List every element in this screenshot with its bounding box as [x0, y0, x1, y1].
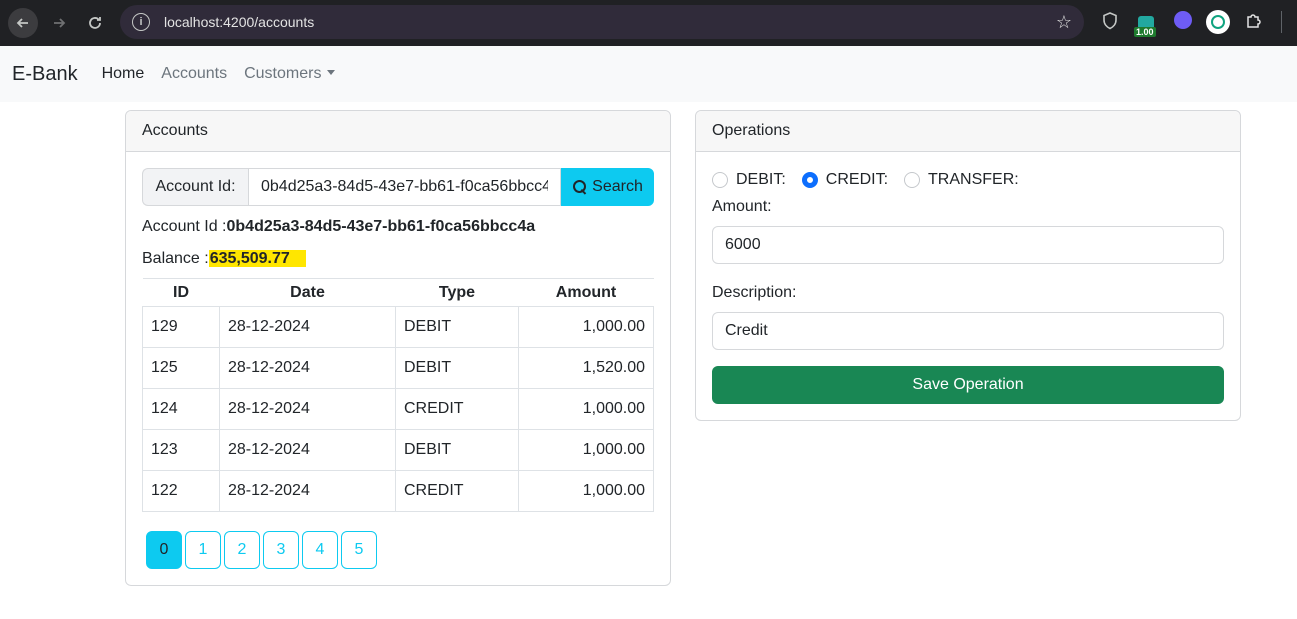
url-text[interactable]: localhost:4200/accounts: [164, 14, 1056, 30]
debit-radio-label[interactable]: DEBIT:: [736, 171, 786, 189]
address-bar[interactable]: i localhost:4200/accounts ☆: [120, 5, 1084, 39]
search-button-label: Search: [592, 178, 643, 195]
page-button-1[interactable]: 1: [185, 531, 221, 569]
debit-radio[interactable]: [712, 172, 728, 188]
balance-label: Balance :: [142, 250, 209, 267]
account-id-input[interactable]: [248, 168, 561, 206]
bookmark-star-icon[interactable]: ☆: [1056, 12, 1072, 33]
page-button-0[interactable]: 0: [146, 531, 182, 569]
cell-date: 28-12-2024: [219, 306, 396, 348]
table-row: 123 28-12-2024 DEBIT 1,000.00: [142, 429, 654, 471]
cell-type: CREDIT: [395, 388, 519, 430]
shield-extension-icon[interactable]: [1100, 10, 1120, 32]
cell-amount: 1,000.00: [518, 470, 654, 512]
account-search-group: Account Id: Search: [142, 168, 654, 206]
nav-customers-label: Customers: [244, 65, 322, 82]
operation-type-group: DEBIT: CREDIT: TRANSFER:: [712, 171, 1035, 189]
column-header-date: Date: [219, 278, 396, 307]
cell-date: 28-12-2024: [219, 429, 396, 471]
page-button-3[interactable]: 3: [263, 531, 299, 569]
extension-badge-count: 1.00: [1134, 27, 1156, 37]
cell-id: 122: [142, 470, 220, 512]
pagination: 0 1 2 3 4 5: [146, 531, 377, 569]
table-row: 129 28-12-2024 DEBIT 1,000.00: [142, 306, 654, 348]
description-label: Description:: [712, 284, 797, 301]
save-operation-button[interactable]: Save Operation: [712, 366, 1224, 404]
amount-label: Amount:: [712, 198, 772, 215]
toolbar-divider: [1281, 11, 1282, 33]
transfer-radio-label[interactable]: TRANSFER:: [928, 171, 1019, 189]
cell-amount: 1,000.00: [518, 388, 654, 430]
page-button-5[interactable]: 5: [341, 531, 377, 569]
credit-radio-label[interactable]: CREDIT:: [826, 171, 888, 189]
search-button[interactable]: Search: [561, 168, 654, 206]
page-button-4[interactable]: 4: [302, 531, 338, 569]
accounts-card: Accounts Account Id: Search Account Id :…: [125, 110, 671, 586]
column-header-id: ID: [142, 278, 220, 307]
caret-down-icon: [327, 70, 336, 75]
description-input[interactable]: [712, 312, 1224, 350]
ghost-extension-icon[interactable]: [1173, 10, 1193, 30]
cell-type: DEBIT: [395, 347, 519, 389]
site-info-icon[interactable]: i: [132, 13, 150, 31]
nav-customers-dropdown[interactable]: Customers: [244, 65, 336, 83]
table-header-row: ID Date Type Amount: [142, 278, 654, 307]
app-navbar: E-Bank Home Accounts Customers: [0, 46, 1297, 102]
forward-arrow-icon[interactable]: [44, 8, 74, 38]
account-id-label: Account Id :: [142, 218, 227, 235]
cell-amount: 1,520.00: [518, 347, 654, 389]
cell-type: DEBIT: [395, 429, 519, 471]
transfer-radio[interactable]: [904, 172, 921, 188]
nav-accounts[interactable]: Accounts: [161, 65, 227, 83]
credit-radio[interactable]: [801, 172, 818, 188]
column-header-type: Type: [395, 278, 519, 307]
column-header-amount: Amount: [518, 278, 654, 307]
extensions-puzzle-icon[interactable]: [1244, 10, 1264, 30]
operations-card-header: Operations: [696, 111, 1240, 152]
accounts-card-header: Accounts: [126, 111, 670, 152]
operations-card: Operations DEBIT: CREDIT: TRANSFER: Amou…: [695, 110, 1241, 421]
brand-logo[interactable]: E-Bank: [12, 63, 78, 86]
badge-extension-icon[interactable]: 1.00: [1134, 10, 1156, 37]
balance-value: 635,509.77: [208, 250, 306, 267]
search-icon: [572, 179, 588, 195]
cell-date: 28-12-2024: [219, 347, 396, 389]
cell-id: 124: [142, 388, 220, 430]
back-arrow-icon[interactable]: [8, 8, 38, 38]
account-id-value: 0b4d25a3-84d5-43e7-bb61-f0ca56bbcc4a: [226, 218, 536, 235]
amount-input[interactable]: [712, 226, 1224, 264]
page-button-2[interactable]: 2: [224, 531, 260, 569]
cell-type: CREDIT: [395, 470, 519, 512]
chatgpt-extension-icon[interactable]: [1206, 10, 1230, 34]
operations-table: ID Date Type Amount 129 28-12-2024 DEBIT…: [142, 278, 654, 512]
table-row: 125 28-12-2024 DEBIT 1,520.00: [142, 347, 654, 389]
account-id-line: Account Id :0b4d25a3-84d5-43e7-bb61-f0ca…: [142, 218, 535, 236]
cell-id: 123: [142, 429, 220, 471]
cell-date: 28-12-2024: [219, 388, 396, 430]
cell-id: 129: [142, 306, 220, 348]
cell-type: DEBIT: [395, 306, 519, 348]
cell-amount: 1,000.00: [518, 306, 654, 348]
account-id-addon: Account Id:: [142, 168, 248, 206]
cell-id: 125: [142, 347, 220, 389]
cell-amount: 1,000.00: [518, 429, 654, 471]
table-row: 124 28-12-2024 CREDIT 1,000.00: [142, 388, 654, 430]
browser-toolbar: i localhost:4200/accounts ☆ 1.00: [0, 0, 1297, 46]
nav-home[interactable]: Home: [102, 65, 145, 83]
reload-icon[interactable]: [80, 8, 110, 38]
table-row: 122 28-12-2024 CREDIT 1,000.00: [142, 470, 654, 512]
cell-date: 28-12-2024: [219, 470, 396, 512]
balance-line: Balance :635,509.77: [142, 250, 306, 268]
